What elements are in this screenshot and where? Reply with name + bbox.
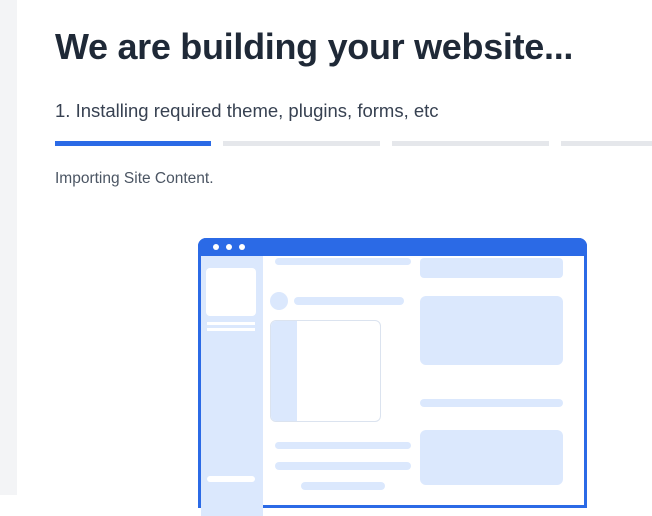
wireframe-line (207, 322, 255, 325)
wireframe-line (301, 482, 385, 490)
wireframe-line (275, 442, 411, 449)
wireframe-block (420, 296, 563, 365)
page-title: We are building your website... (55, 26, 574, 67)
browser-titlebar (198, 238, 587, 256)
wireframe-sidebar (201, 256, 263, 516)
progress-segment-2 (223, 141, 380, 146)
wireframe-avatar (206, 268, 256, 316)
wireframe-line (275, 462, 411, 470)
left-rail (0, 0, 17, 495)
window-dot-icon (213, 244, 219, 250)
wireframe-block (420, 258, 563, 278)
wireframe-card (270, 320, 381, 422)
wireframe-line (207, 476, 255, 482)
wireframe-block (420, 430, 563, 485)
window-dot-icon (226, 244, 232, 250)
wireframe-line (275, 258, 411, 265)
wireframe-line (420, 399, 563, 407)
progress-segment-1 (55, 141, 211, 146)
status-text: Importing Site Content. (55, 170, 214, 187)
progress-segment-4 (561, 141, 652, 146)
wireframe-line (207, 328, 255, 331)
window-dot-icon (239, 244, 245, 250)
step-label: 1. Installing required theme, plugins, f… (55, 100, 439, 121)
wireframe-avatar (270, 292, 288, 310)
progress-bar (55, 141, 652, 146)
wireframe-card-strip (271, 321, 297, 421)
wireframe-line (294, 297, 404, 305)
website-illustration (198, 238, 587, 516)
progress-segment-3 (392, 141, 549, 146)
